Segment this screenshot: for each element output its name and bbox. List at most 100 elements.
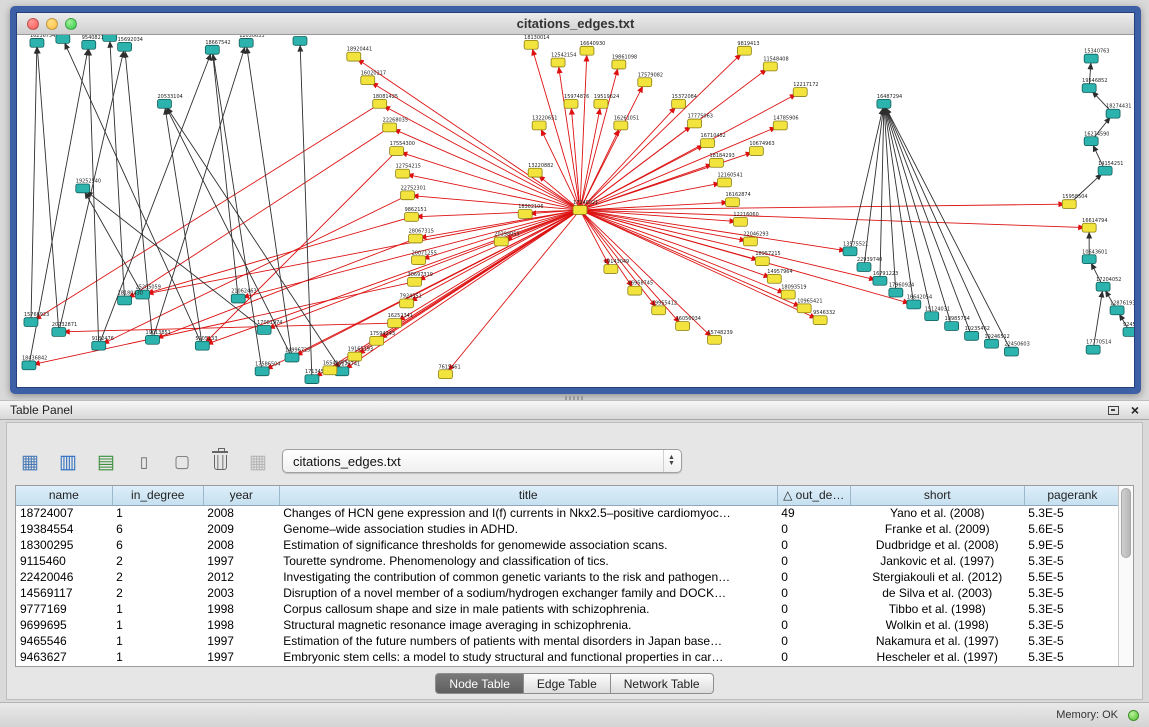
table-cell[interactable]: Structural magnetic resonance image aver… [279,617,777,633]
table-cell[interactable]: de Silva et al. (2003) [850,585,1024,601]
graph-node[interactable]: 19165193 [348,347,373,361]
graph-edge[interactable] [580,210,683,326]
graph-node[interactable]: 9245084 [1123,322,1134,336]
column-header-name[interactable]: name [16,486,112,505]
table-cell[interactable]: 0 [777,569,850,585]
graph-node[interactable]: 12160541 [717,173,742,187]
column-header-out_de[interactable]: △ out_de… [777,486,850,505]
table-cell[interactable]: Disruption of a novel member of a sodium… [279,585,777,601]
table-cell[interactable]: Stergiakouli et al. (2012) [850,569,1024,585]
table-cell[interactable]: 14569117 [16,585,112,601]
graph-node[interactable]: 11548408 [763,57,788,71]
table-cell[interactable]: 5.3E-5 [1024,633,1118,649]
table-row[interactable]: 946554611997Estimation of the future num… [16,633,1118,649]
graph-node[interactable]: 20533104 [157,94,182,108]
graph-node[interactable]: 17770514 [1086,340,1111,354]
table-cell[interactable]: 19384554 [16,521,112,537]
table-cell[interactable]: 6 [112,521,203,537]
table-cell[interactable]: 18300295 [16,537,112,553]
graph-node[interactable]: 18920441 [347,47,372,61]
graph-node[interactable]: 16261051 [614,116,639,130]
column-header-year[interactable]: year [203,486,279,505]
table-row[interactable]: 911546021997Tourette syndrome. Phenomeno… [16,553,1118,569]
graph-edge[interactable] [580,92,800,210]
graph-node[interactable]: 12217172 [793,82,818,96]
table-cell[interactable]: 1997 [203,553,279,569]
tab-edge-table[interactable]: Edge Table [524,673,611,694]
column-header-title[interactable]: title [279,486,777,505]
graph-node[interactable]: 22268035 [383,118,408,132]
graph-node[interactable]: 18184293 [710,153,735,167]
graph-node[interactable]: 19252540 [76,179,101,193]
table-cell[interactable]: 2 [112,569,203,585]
edit-table-icon[interactable]: ▤ [93,449,119,475]
graph-node[interactable]: 14957964 [767,269,792,283]
graph-node[interactable]: 22939740 [857,257,882,271]
table-cell[interactable]: 2 [112,553,203,569]
graph-edge[interactable] [580,104,601,210]
table-cell[interactable]: 1997 [203,633,279,649]
graph-node[interactable]: 9546332 [813,310,835,324]
float-panel-icon[interactable] [1108,406,1119,415]
table-cell[interactable]: Estimation of significance thresholds fo… [279,537,777,553]
graph-node[interactable]: 18093519 [781,285,806,299]
graph-edge[interactable] [580,210,850,251]
table-cell[interactable]: 9465546 [16,633,112,649]
graph-node[interactable]: 15748239 [708,330,733,344]
graph-node[interactable]: 15974876 [564,94,589,108]
graph-edge[interactable] [580,66,770,210]
graph-edge[interactable] [125,127,390,300]
graph-node[interactable]: 16487294 [877,94,902,108]
table-cell[interactable]: 0 [777,633,850,649]
table-cell[interactable]: 9463627 [16,649,112,665]
table-cell[interactable]: Embryonic stem cells: a model to study s… [279,649,777,665]
graph-node[interactable]: 17351904 [293,35,318,45]
table-cell[interactable]: 1997 [203,649,279,665]
graph-edge[interactable] [292,210,580,357]
graph-node[interactable]: 10674963 [749,141,774,155]
graph-node[interactable]: 17204052 [1096,277,1121,291]
graph-edge[interactable] [164,104,202,346]
table-cell[interactable]: 1998 [203,601,279,617]
graph-node[interactable]: 22450603 [1004,342,1029,356]
graph-node[interactable]: 19143049 [604,259,629,273]
table-scroll-area[interactable]: namein_degreeyeartitle△ out_de…shortpage… [16,486,1118,666]
tab-network-table[interactable]: Network Table [611,673,714,694]
graph-edge[interactable] [407,210,580,303]
table-cell[interactable]: Estimation of the future numbers of pati… [279,633,777,649]
table-cell[interactable]: 49 [777,505,850,521]
graph-node[interactable]: 17775063 [688,114,713,128]
table-cell[interactable]: Yano et al. (2008) [850,505,1024,521]
graph-node[interactable]: 16274590 [1084,131,1109,145]
table-cell[interactable]: 2012 [203,569,279,585]
table-cell[interactable]: 1 [112,505,203,521]
graph-node[interactable]: 14785906 [773,116,798,130]
graph-edge[interactable] [580,125,621,210]
graph-node[interactable]: 19546852 [1082,78,1107,92]
table-cell[interactable]: Franke et al. (2009) [850,521,1024,537]
close-panel-icon[interactable]: × [1131,403,1139,417]
table-cell[interactable]: Wolkin et al. (1998) [850,617,1024,633]
graph-node[interactable]: 13220882 [528,163,553,177]
table-row[interactable]: 2242004622012Investigating the contribut… [16,569,1118,585]
graph-node[interactable]: 20398053 [494,232,519,246]
graph-node[interactable]: 22752301 [401,185,426,199]
graph-edge[interactable] [212,50,238,299]
graph-node[interactable]: 18957215 [755,251,780,265]
graph-edge[interactable] [580,204,1069,210]
delete-table-icon[interactable] [207,449,233,475]
graph-node[interactable]: 7924351 [400,294,422,308]
graph-node[interactable]: 12876193 [1110,300,1134,314]
table-row[interactable]: 969969511998Structural magnetic resonanc… [16,617,1118,633]
table-cell[interactable]: Tibbo et al. (1998) [850,601,1024,617]
table-cell[interactable]: 22420046 [16,569,112,585]
table-cell[interactable]: Dudbridge et al. (2008) [850,537,1024,553]
table-cell[interactable]: 5.6E-5 [1024,521,1118,537]
column-header-in_degree[interactable]: in_degree [112,486,203,505]
table-cell[interactable]: Corpus callosum shape and size in male p… [279,601,777,617]
graph-edge[interactable] [59,47,125,332]
network-window-titlebar[interactable]: citations_edges.txt [17,13,1134,35]
table-source-select[interactable]: citations_edges.txt ▲▼ [282,449,682,473]
table-cell[interactable]: 0 [777,553,850,569]
graph-node[interactable]: 17081974 [257,320,282,334]
